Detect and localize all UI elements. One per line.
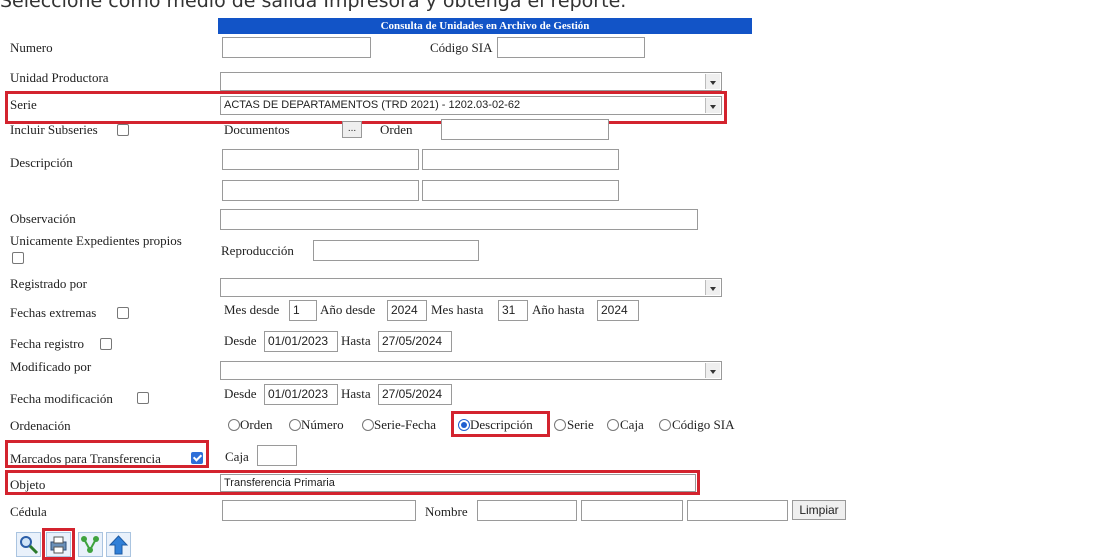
label-observacion: Observación: [10, 211, 76, 226]
orden-input[interactable]: [441, 119, 609, 140]
chevron-down-icon: [705, 363, 720, 378]
label-modif-desde: Desde: [224, 386, 257, 401]
label-unidad-productora: Unidad Productora: [10, 70, 109, 85]
descripcion-input-4[interactable]: [422, 180, 619, 201]
chevron-down-icon: [705, 280, 720, 295]
mes-desde-input[interactable]: 1: [289, 300, 317, 321]
radio-label-orden: Orden: [240, 417, 273, 432]
radio-codigo-sia[interactable]: [659, 419, 671, 431]
codigo-sia-input[interactable]: [497, 37, 645, 58]
label-caja: Caja: [225, 449, 249, 464]
anio-hasta-input[interactable]: 2024: [597, 300, 639, 321]
label-serie: Serie: [10, 97, 37, 112]
anio-desde-input[interactable]: 2024: [387, 300, 427, 321]
form-header: Consulta de Unidades en Archivo de Gesti…: [218, 18, 752, 34]
upload-arrow-icon[interactable]: [106, 532, 131, 557]
unidad-productora-select[interactable]: [220, 72, 722, 91]
label-nombre: Nombre: [425, 504, 468, 519]
label-ordenacion: Ordenación: [10, 418, 71, 433]
label-codigo-sia: Código SIA: [430, 40, 493, 55]
fecha-registro-checkbox[interactable]: [100, 338, 112, 350]
modif-desde-input[interactable]: 01/01/2023: [264, 384, 338, 405]
label-modificado-por: Modificado por: [10, 359, 92, 374]
radio-serie[interactable]: [554, 419, 566, 431]
label-anio-desde: Año desde: [320, 302, 376, 317]
label-mes-hasta: Mes hasta: [431, 302, 484, 317]
label-registrado-por: Registrado por: [10, 276, 87, 291]
reproduccion-input[interactable]: [313, 240, 479, 261]
descripcion-input-2[interactable]: [422, 149, 619, 170]
label-numero: Numero: [10, 40, 53, 55]
label-fechas-extremas: Fechas extremas: [10, 305, 97, 320]
objeto-input[interactable]: Transferencia Primaria: [220, 474, 696, 492]
descripcion-input-3[interactable]: [222, 180, 419, 201]
radio-label-numero: Número: [301, 417, 344, 432]
label-anio-hasta: Año hasta: [532, 302, 585, 317]
chevron-down-icon: [705, 98, 720, 113]
label-mes-desde: Mes desde: [224, 302, 280, 317]
label-unicamente: Unicamente Expedientes propios: [10, 233, 182, 248]
documentos-button[interactable]: ...: [342, 121, 362, 138]
radio-label-serie-fecha: Serie-Fecha: [374, 417, 437, 432]
radio-numero[interactable]: [289, 419, 301, 431]
radio-label-serie: Serie: [567, 417, 594, 432]
registro-desde-input[interactable]: 01/01/2023: [264, 331, 338, 352]
nombre-input-2[interactable]: [581, 500, 683, 521]
label-marcados: Marcados para Transferencia: [10, 451, 161, 466]
label-fecha-modificacion: Fecha modificación: [10, 391, 113, 406]
caja-input[interactable]: [257, 445, 297, 466]
label-fecha-registro: Fecha registro: [10, 336, 85, 351]
fecha-modificacion-checkbox[interactable]: [137, 392, 149, 404]
label-orden: Orden: [380, 122, 413, 137]
radio-caja[interactable]: [607, 419, 619, 431]
registro-hasta-input[interactable]: 27/05/2024: [378, 331, 452, 352]
mes-hasta-input[interactable]: 31: [498, 300, 528, 321]
numero-input[interactable]: [222, 37, 371, 58]
network-icon[interactable]: [78, 532, 103, 557]
label-registro-hasta: Hasta: [341, 333, 371, 348]
radio-serie-fecha[interactable]: [362, 419, 374, 431]
incluir-subseries-checkbox[interactable]: [117, 124, 129, 136]
radio-descripcion[interactable]: [458, 419, 470, 431]
cedula-input[interactable]: [222, 500, 416, 521]
label-registro-desde: Desde: [224, 333, 257, 348]
serie-select[interactable]: ACTAS DE DEPARTAMENTOS (TRD 2021) - 1202…: [220, 96, 722, 115]
limpiar-button[interactable]: Limpiar: [792, 500, 846, 520]
chevron-down-icon: [705, 74, 720, 89]
serie-selected-value: ACTAS DE DEPARTAMENTOS (TRD 2021) - 1202…: [224, 99, 521, 111]
label-cedula: Cédula: [10, 504, 47, 519]
observacion-input[interactable]: [220, 209, 698, 230]
label-descripcion: Descripción: [10, 155, 73, 170]
radio-label-descripcion: Descripción: [470, 417, 533, 432]
radio-label-caja: Caja: [620, 417, 644, 432]
printer-icon[interactable]: [46, 532, 71, 557]
registrado-por-select[interactable]: [220, 278, 722, 297]
label-objeto: Objeto: [10, 477, 46, 492]
fechas-extremas-checkbox[interactable]: [117, 307, 129, 319]
marcados-checkbox[interactable]: [191, 452, 203, 464]
label-modif-hasta: Hasta: [341, 386, 371, 401]
label-reproduccion: Reproducción: [221, 243, 294, 258]
nombre-input-1[interactable]: [477, 500, 577, 521]
radio-label-codigo-sia: Código SIA: [672, 417, 735, 432]
modif-hasta-input[interactable]: 27/05/2024: [378, 384, 452, 405]
label-incluir-subseries: Incluir Subseries: [10, 122, 98, 137]
modificado-por-select[interactable]: [220, 361, 722, 380]
descripcion-input-1[interactable]: [222, 149, 419, 170]
search-icon[interactable]: [16, 532, 41, 557]
instruction-text: Seleccione como medio de salida Impresor…: [0, 0, 627, 12]
nombre-input-3[interactable]: [687, 500, 788, 521]
unicamente-checkbox[interactable]: [12, 252, 24, 264]
label-documentos: Documentos: [224, 122, 290, 137]
radio-orden[interactable]: [228, 419, 240, 431]
